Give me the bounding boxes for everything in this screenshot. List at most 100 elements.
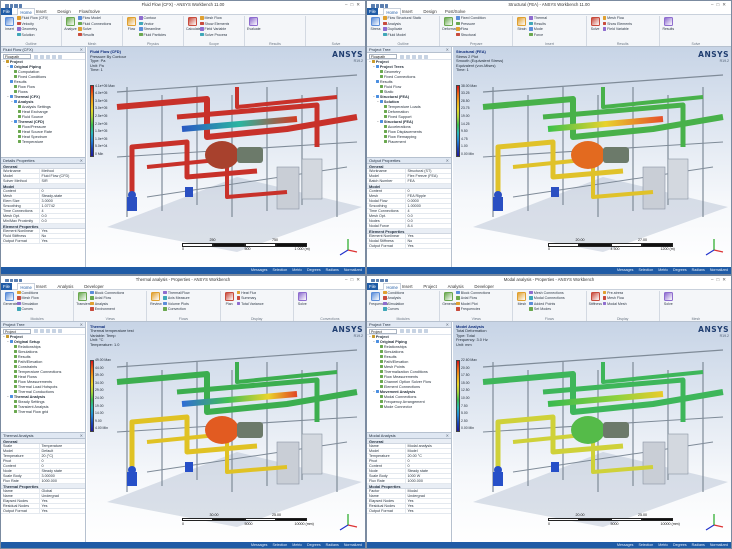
ribbon-button-plan[interactable]: Plan xyxy=(223,291,236,313)
status-radians[interactable]: Radians xyxy=(326,543,339,547)
close-icon[interactable]: ✕ xyxy=(722,277,729,282)
ribbon-item-total-variance[interactable]: Total Variance xyxy=(236,301,264,307)
status-metric[interactable]: Metric xyxy=(292,543,302,547)
status-metric[interactable]: Metric xyxy=(658,543,668,547)
tab-home[interactable]: Home xyxy=(383,282,401,290)
undo-icon[interactable] xyxy=(9,278,13,282)
ribbon-item-results[interactable]: Results xyxy=(529,21,546,27)
ribbon-item-model-plot[interactable]: Model Plot xyxy=(456,301,478,307)
ribbon-item-velocity[interactable]: Velocity xyxy=(17,21,34,27)
details-value[interactable]: 1000.000 xyxy=(39,478,85,484)
tab-home[interactable]: Home xyxy=(383,8,401,15)
ribbon-item-fixed-condition[interactable]: Fixed Condition xyxy=(456,16,486,21)
redo-icon[interactable] xyxy=(14,4,18,8)
ribbon-item-contour[interactable]: Contour xyxy=(139,16,156,21)
pin-icon[interactable]: ✕ xyxy=(446,158,449,164)
ribbon-button-solve[interactable]: Solve xyxy=(296,291,309,313)
details-value[interactable]: SIR xyxy=(39,179,85,184)
undo-icon[interactable] xyxy=(9,4,13,8)
details-value[interactable]: Yes xyxy=(405,508,451,514)
save-icon[interactable] xyxy=(371,4,375,8)
details-value[interactable]: Yes xyxy=(39,239,85,244)
triad-icon[interactable] xyxy=(337,512,359,534)
triad-icon[interactable] xyxy=(703,512,725,534)
gear-icon[interactable] xyxy=(52,329,56,333)
ribbon-item-show-elements[interactable]: Show Elements xyxy=(602,21,632,27)
tab-design[interactable]: Design xyxy=(55,8,72,15)
ribbon-item-solve[interactable]: Solve xyxy=(78,27,92,32)
ribbon-item-thermal[interactable]: Thermal xyxy=(529,16,547,21)
ribbon-button-review[interactable]: Review xyxy=(149,291,162,313)
ribbon-item-mode[interactable]: Mode xyxy=(529,27,543,32)
ribbon-button-insert[interactable]: Insert xyxy=(3,16,16,38)
tab-insert[interactable]: Insert xyxy=(34,283,49,290)
ribbon-button-results[interactable]: Results xyxy=(662,16,675,38)
ribbon-button-analyze[interactable]: Analyze xyxy=(64,16,77,38)
ribbon-item-field-variable[interactable]: Field Variable xyxy=(200,27,226,32)
close-icon[interactable]: ✕ xyxy=(356,277,363,282)
expand-icon[interactable] xyxy=(40,54,44,59)
collapse-icon[interactable] xyxy=(412,329,416,333)
ribbon-item-axial-flow[interactable]: Axial Flow xyxy=(456,296,477,301)
ribbon-item-analysis[interactable]: Analysis xyxy=(90,301,108,307)
details-row[interactable]: Flux Rate 1000.000 xyxy=(367,478,451,484)
graphics-viewport[interactable]: Model Analysis Total Deformation Type: Tot… xyxy=(453,321,731,544)
tab-insert[interactable]: Insert xyxy=(400,8,415,15)
ribbon-item-streamline[interactable]: Streamline xyxy=(139,27,161,32)
ribbon-item-pressure[interactable]: Pressure xyxy=(456,21,475,27)
ribbon-button-evaluate[interactable]: Evaluate xyxy=(247,16,261,38)
ribbon-item-curves[interactable]: Curves xyxy=(17,307,33,312)
tree-filter-select[interactable]: Flowpath xyxy=(369,54,397,59)
ribbon-item-volume-plots[interactable]: Volume Plots xyxy=(163,301,189,307)
ribbon-item-solution[interactable]: Solution xyxy=(17,32,35,38)
collapse-icon[interactable] xyxy=(412,54,416,59)
ribbon-button-frequencies[interactable]: Frequencies xyxy=(369,291,388,313)
status-normalized[interactable]: Normalized xyxy=(710,268,728,272)
tab-home[interactable]: Home xyxy=(17,8,35,15)
ribbon-item-heat-flux[interactable]: Heat Flux xyxy=(236,290,256,296)
status-selection[interactable]: Selection xyxy=(638,543,653,547)
status-selection[interactable]: Selection xyxy=(272,543,287,547)
details-value[interactable]: FEA xyxy=(405,179,451,184)
ribbon-item-fluid-connections[interactable]: Fluid Connections xyxy=(78,21,111,27)
close-icon[interactable]: ✕ xyxy=(722,2,729,7)
close-icon[interactable]: ✕ xyxy=(356,2,363,7)
ribbon-button-strain[interactable]: Strain xyxy=(515,16,528,38)
ribbon-item-simulation[interactable]: Simulation xyxy=(383,301,404,307)
details-value[interactable]: Yes xyxy=(405,244,451,249)
status-metric[interactable]: Metric xyxy=(292,268,302,272)
details-row[interactable]: Batch Number FEA xyxy=(367,179,451,184)
ribbon-item-modal-connections[interactable]: Modal Connections xyxy=(529,296,565,301)
tab-insert[interactable]: Insert xyxy=(34,8,49,15)
tab-file[interactable]: File xyxy=(367,8,378,15)
ribbon-item-mesh-flow[interactable]: Mesh Flow xyxy=(200,16,222,21)
status-normalized[interactable]: Normalized xyxy=(344,543,362,547)
ribbon-item-axis-measure[interactable]: Axis Measure xyxy=(163,296,190,301)
ribbon-button-flow[interactable]: Flow xyxy=(125,16,138,38)
folder-icon[interactable] xyxy=(384,278,388,282)
pin-icon[interactable]: ✕ xyxy=(80,158,83,164)
ribbon-item-pre-stress[interactable]: Pre-stress xyxy=(602,290,623,296)
search-icon[interactable] xyxy=(400,54,404,59)
tab-insert[interactable]: Insert xyxy=(400,283,415,290)
search-icon[interactable] xyxy=(400,329,404,333)
details-row[interactable]: Output Format Yes xyxy=(367,508,451,514)
ribbon-item-modal-mesh[interactable]: Modal Mesh xyxy=(602,301,627,307)
filter-icon[interactable] xyxy=(58,329,62,333)
collapse-icon[interactable] xyxy=(46,329,50,333)
ribbon-item-structural[interactable]: Structural xyxy=(456,32,476,38)
ribbon-item-flow[interactable]: Flow xyxy=(456,27,468,32)
gear-icon[interactable] xyxy=(418,329,422,333)
ribbon-item-mesh-flow[interactable]: Mesh Flow xyxy=(602,16,624,21)
ribbon-item-field-variable[interactable]: Field Variable xyxy=(602,27,629,32)
ribbon-item-flow-structural-static[interactable]: Flow Structural Static xyxy=(383,16,421,21)
ribbon-item-analysis[interactable]: Analysis xyxy=(383,296,401,301)
tab-post-solve[interactable]: Post/Solve xyxy=(443,8,468,15)
folder-icon[interactable] xyxy=(384,4,388,8)
folder-icon[interactable] xyxy=(18,278,22,282)
ribbon-item-thermal-flow[interactable]: Thermal/Flow xyxy=(163,290,190,296)
ribbon-item-mesh-connections[interactable]: Mesh Connections xyxy=(529,290,564,296)
ribbon-item-environment[interactable]: Environment xyxy=(90,307,115,312)
details-row[interactable]: Min/Max Proximity 0.0 xyxy=(1,219,85,224)
status-messages[interactable]: Messages xyxy=(617,268,633,272)
